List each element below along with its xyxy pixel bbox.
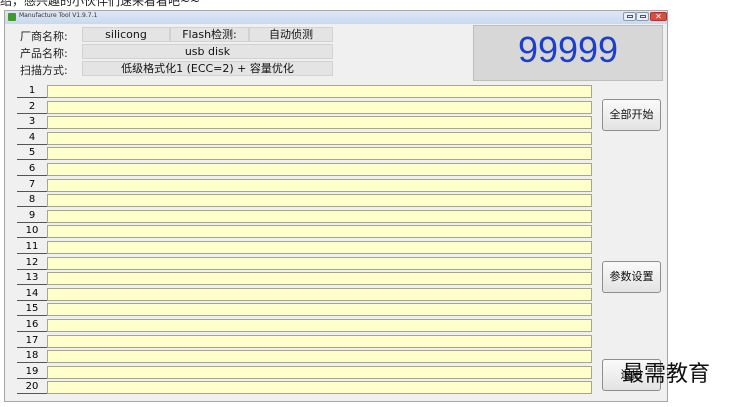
port-progress-bar [47,163,592,176]
port-progress-bar [47,194,592,208]
row-number: 7 [17,179,47,192]
port-progress-bar [47,241,592,254]
port-progress-bar [47,365,592,379]
port-progress-bar [47,319,592,332]
vendor-value: silicong [82,27,170,42]
vendor-label: 厂商名称: [20,30,68,43]
page-caption: 绍，感兴趣的小伙伴们速来看看吧~~ [0,0,201,8]
counter-panel: 99999 [473,25,663,81]
title-bar: Manufacture Tool V1.9.7.1 ✕ [5,11,667,24]
port-progress-bar [47,303,592,317]
product-label: 产品名称: [20,47,68,60]
row-number: 15 [17,303,47,317]
port-progress-bar [47,287,592,301]
row-number: 17 [17,335,47,348]
maximize-icon [640,15,646,18]
minimize-icon [627,15,633,18]
close-button[interactable]: ✕ [650,12,667,21]
port-progress-bar [47,225,592,239]
row-number: 11 [17,241,47,254]
port-progress-bar [47,100,592,114]
row-number: 10 [17,225,47,239]
row-number: 2 [17,101,47,114]
port-progress-bar [47,381,592,395]
flash-value: 自动侦测 [249,27,333,42]
port-progress-bar [47,147,592,161]
window-title: Manufacture Tool V1.9.7.1 [19,12,98,19]
port-progress-bar [47,131,592,145]
row-number: 6 [17,163,47,176]
minimize-button[interactable] [623,12,636,21]
row-number: 8 [17,194,47,208]
port-progress-bar [47,350,592,364]
port-progress-bar [47,178,592,192]
manufacture-tool-window: Manufacture Tool V1.9.7.1 ✕ 厂商名称: silico… [4,10,668,402]
port-progress-bar [47,209,592,223]
product-value: usb disk [82,44,333,59]
scan-label: 扫描方式: [20,64,68,77]
row-number: 1 [17,85,47,98]
row-number: 18 [17,350,47,364]
row-number: 20 [17,381,47,395]
port-progress-bar [47,334,592,348]
scan-value: 低级格式化1 (ECC=2) + 容量优化 [82,61,333,76]
close-icon: ✕ [655,12,662,21]
port-progress-bar [47,116,592,130]
flash-label: Flash检测: [170,27,249,42]
row-number: 9 [17,210,47,223]
maximize-button[interactable] [636,12,649,21]
app-icon [8,13,16,21]
row-number: 5 [17,147,47,161]
watermark-logo: 最需教育 [622,362,711,387]
port-progress-bar [47,85,592,98]
row-number: 3 [17,116,47,130]
row-number: 4 [17,132,47,145]
port-progress-bar [47,256,592,270]
counter-value: 99999 [517,29,619,70]
settings-button[interactable]: 参数设置 [602,261,661,293]
row-number: 13 [17,272,47,286]
start-all-button[interactable]: 全部开始 [602,99,661,131]
row-number: 16 [17,319,47,332]
row-number: 12 [17,257,47,270]
port-progress-bar [47,272,592,286]
row-number: 14 [17,288,47,301]
row-number: 19 [17,366,47,379]
